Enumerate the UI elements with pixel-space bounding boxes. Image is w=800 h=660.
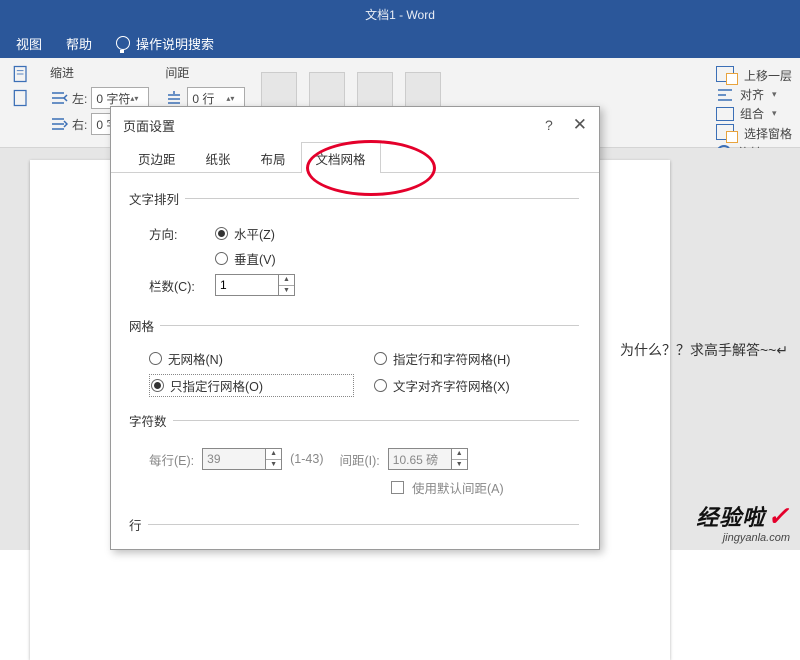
perline-label: 每行(E): (149, 450, 194, 469)
legend-chars: 字符数 (129, 411, 173, 430)
cmd-align-label: 对齐 (740, 86, 764, 103)
app-title: 文档1 - Word (365, 6, 435, 23)
tell-me-search[interactable]: 操作说明搜索 (116, 34, 214, 53)
layer-icon (716, 66, 738, 84)
wrap-text-icon[interactable] (309, 72, 345, 108)
indent-right-label: 右: (72, 116, 87, 133)
radio-lines-only-label: 只指定行网格(O) (170, 376, 263, 395)
page-setup-dialog: 页面设置 ? ✕ 页边距 纸张 布局 文档网格 文字排列 方向: 水平(Z) 垂… (110, 106, 600, 550)
radio-snap-chars-label: 文字对齐字符网格(X) (393, 376, 510, 395)
pitch-label: 间距(I): (339, 450, 379, 469)
perline-range: (1-43) (290, 452, 323, 466)
radio-no-grid-label: 无网格(N) (168, 349, 223, 368)
perline-field (202, 448, 266, 470)
columns-label: 栏数(C): (149, 276, 203, 295)
tab-view[interactable]: 视图 (16, 34, 42, 53)
radio-no-grid[interactable]: 无网格(N) (149, 349, 354, 368)
cmd-group[interactable]: 组合 (716, 105, 792, 122)
columns-input[interactable]: ▲▼ (215, 274, 295, 296)
tab-document-grid[interactable]: 文档网格 (301, 142, 381, 173)
spacing-before-value: 0 行 (192, 90, 214, 107)
page-icon (10, 64, 32, 84)
default-pitch-checkbox (391, 481, 404, 494)
fieldset-grid: 网格 无网格(N) 指定行和字符网格(H) 只指定行网格(O) 文字对齐字符网格… (131, 316, 579, 397)
indent-left-icon (50, 91, 68, 105)
columns-field[interactable] (215, 274, 279, 296)
dialog-help-button[interactable]: ? (545, 117, 553, 133)
cmd-group-label: 组合 (740, 105, 764, 122)
radio-icon (215, 227, 228, 240)
tab-help[interactable]: 帮助 (66, 34, 92, 53)
cmd-above[interactable]: 上移一层 (716, 66, 792, 84)
align-icon (716, 88, 734, 102)
indent-left-label: 左: (72, 90, 87, 107)
radio-snap-chars[interactable]: 文字对齐字符网格(X) (374, 374, 579, 397)
select-pane-icon (716, 124, 738, 142)
perline-input: ▲▼ (202, 448, 282, 470)
radio-icon (151, 379, 164, 392)
document-text-snippet: 为什么？？求高手解答~~↵ (620, 340, 788, 360)
radio-horizontal[interactable]: 水平(Z) (215, 224, 325, 243)
spin-arrows: ▲▼ (452, 448, 468, 470)
indent-left-value: 0 字符 (96, 90, 130, 107)
legend-text-arrange: 文字排列 (129, 189, 185, 208)
spin-arrows[interactable]: ▲▼ (279, 274, 295, 296)
dialog-tabs: 页边距 纸张 布局 文档网格 (111, 143, 599, 173)
fieldset-text-arrange: 文字排列 方向: 水平(Z) 垂直(V) 栏数(C): ▲▼ (131, 189, 579, 302)
legend-grid: 网格 (129, 316, 160, 335)
tab-paper[interactable]: 纸张 (191, 142, 246, 173)
watermark-text: 经验啦 (696, 505, 765, 530)
radio-icon (149, 352, 162, 365)
direction-label: 方向: (149, 224, 203, 243)
tab-margin[interactable]: 页边距 (123, 142, 191, 173)
cmd-above-label: 上移一层 (744, 67, 792, 84)
fieldset-chars: 字符数 每行(E): ▲▼ (1-43) 间距(I): ▲▼ 使用默认间距(A) (131, 411, 579, 501)
spin-arrows: ▲▼ (266, 448, 282, 470)
cmd-selectpane-label: 选择窗格 (744, 125, 792, 142)
dialog-title: 页面设置 (123, 116, 175, 135)
radio-icon (374, 379, 387, 392)
radio-lines-chars[interactable]: 指定行和字符网格(H) (374, 349, 579, 368)
arrange-commands: 上移一层 对齐 组合 选择窗格 旋转 (716, 64, 792, 161)
radio-lines-chars-label: 指定行和字符网格(H) (393, 349, 510, 368)
watermark-url: jingyanla.com (696, 532, 790, 544)
cmd-selectpane[interactable]: 选择窗格 (716, 124, 792, 142)
position-icon[interactable] (261, 72, 297, 108)
tab-layout[interactable]: 布局 (246, 142, 301, 173)
radio-vertical-label: 垂直(V) (234, 249, 276, 268)
arrange-icons (261, 64, 441, 108)
group-icon (716, 107, 734, 121)
radio-icon (215, 252, 228, 265)
bring-forward-icon[interactable] (357, 72, 393, 108)
radio-lines-only[interactable]: 只指定行网格(O) (149, 374, 354, 397)
dialog-close-button[interactable]: ✕ (573, 115, 587, 135)
paste-group (8, 64, 34, 108)
indent-right-icon (50, 117, 68, 131)
default-pitch-label: 使用默认间距(A) (412, 478, 504, 497)
page-icon-2 (10, 88, 32, 108)
cmd-align[interactable]: 对齐 (716, 86, 792, 103)
watermark: 经验啦✓ jingyanla.com (696, 500, 790, 544)
legend-lines: 行 (129, 515, 148, 534)
spin-arrows[interactable]: ▴▾ (130, 95, 144, 102)
lightbulb-icon (116, 36, 130, 50)
pitch-input: ▲▼ (388, 448, 468, 470)
radio-icon (374, 352, 387, 365)
spacing-before-icon (165, 91, 183, 105)
radio-horizontal-label: 水平(Z) (234, 228, 275, 242)
spacing-title: 间距 (165, 64, 245, 81)
ribbon-tabs: 视图 帮助 操作说明搜索 (0, 28, 800, 58)
fieldset-lines: 行 (131, 515, 579, 544)
spin-arrows[interactable]: ▴▾ (226, 95, 240, 102)
indent-title: 缩进 (50, 64, 149, 81)
tell-me-label: 操作说明搜索 (136, 34, 214, 53)
check-icon: ✓ (767, 501, 790, 531)
send-backward-icon[interactable] (405, 72, 441, 108)
radio-vertical[interactable]: 垂直(V) (215, 249, 325, 268)
pitch-field (388, 448, 452, 470)
